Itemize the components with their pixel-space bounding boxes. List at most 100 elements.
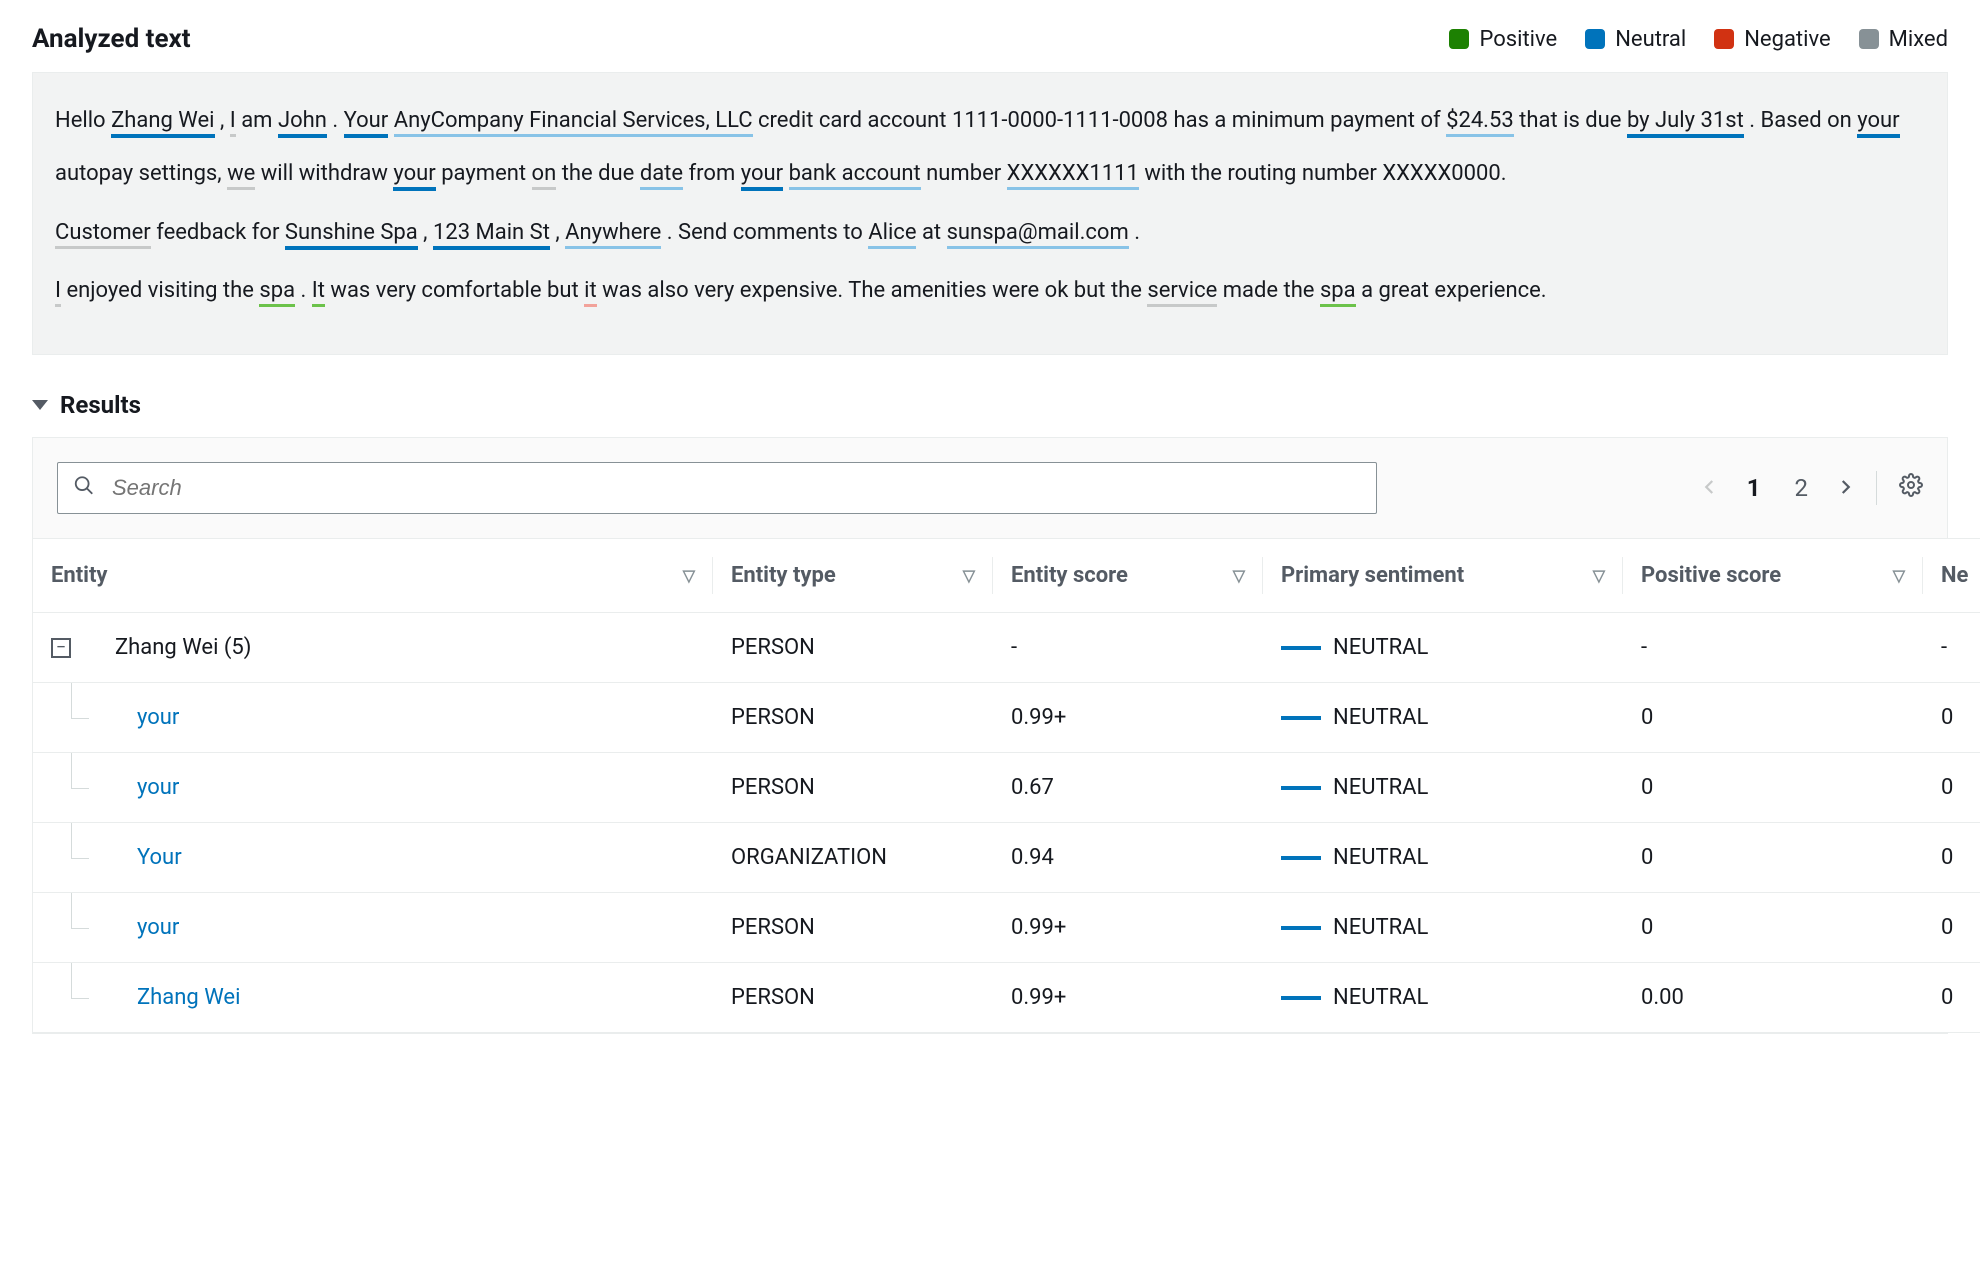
entity-customer[interactable]: Customer xyxy=(55,220,151,249)
entity-city[interactable]: Anywhere xyxy=(565,220,661,249)
search-input[interactable] xyxy=(57,462,1377,514)
legend-negative: Negative xyxy=(1714,27,1830,52)
analyzed-text-p3: I enjoyed visiting the spa . It was very… xyxy=(55,265,1925,318)
entity-due-date[interactable]: by July 31st xyxy=(1627,108,1744,138)
col-entity-label: Entity xyxy=(51,563,108,588)
tree-branch-icon xyxy=(61,986,125,1010)
text-fragment: am xyxy=(236,108,278,133)
col-primary-sentiment-label: Primary sentiment xyxy=(1281,563,1464,588)
text-fragment: . xyxy=(1129,220,1140,245)
sentiment-value: NEUTRAL xyxy=(1333,705,1428,730)
page-next-button[interactable] xyxy=(1836,474,1854,502)
entity-type-value: ORGANIZATION xyxy=(713,823,993,893)
entity-name[interactable]: your xyxy=(137,705,179,730)
col-negative-score[interactable]: Ne xyxy=(1923,539,1980,613)
text-fragment: credit card account 1111-0000-1111-0008 … xyxy=(753,108,1447,133)
entity-on[interactable]: on xyxy=(532,161,557,190)
entity-amount[interactable]: $24.53 xyxy=(1446,108,1514,137)
col-entity[interactable]: Entity▽ xyxy=(33,539,713,613)
analyzed-text-p2: Customer feedback for Sunshine Spa , 123… xyxy=(55,207,1925,260)
sentiment-bar-icon xyxy=(1281,646,1321,650)
entity-your[interactable]: your xyxy=(741,161,783,191)
entity-name[interactable]: your xyxy=(137,775,179,800)
entity-name[interactable]: Zhang Wei xyxy=(137,985,240,1010)
legend-neutral-label: Neutral xyxy=(1615,27,1686,52)
tree-branch-icon xyxy=(61,846,125,870)
entity-alice[interactable]: Alice xyxy=(868,220,916,249)
col-entity-score-label: Entity score xyxy=(1011,563,1128,588)
entity-name[interactable]: your xyxy=(137,915,179,940)
page-1[interactable]: 1 xyxy=(1741,470,1767,506)
settings-button[interactable] xyxy=(1899,473,1923,503)
text-fragment: will withdraw xyxy=(255,161,393,186)
negative-score-value: 0 xyxy=(1923,753,1980,823)
text-fragment: , xyxy=(215,108,230,133)
entity-zhang-wei[interactable]: Zhang Wei xyxy=(111,108,214,138)
pagination: 1 2 xyxy=(1701,470,1923,506)
col-entity-type[interactable]: Entity type▽ xyxy=(713,539,993,613)
text-fragment: a great experience. xyxy=(1356,278,1547,303)
entity-your[interactable]: Your xyxy=(344,108,389,138)
entity-address[interactable]: 123 Main St xyxy=(433,220,550,250)
swatch-mixed-icon xyxy=(1859,29,1879,49)
positive-score-value: 0 xyxy=(1623,683,1923,753)
entity-spa[interactable]: spa xyxy=(1320,278,1356,307)
tree-branch-icon xyxy=(61,706,125,730)
results-table: Entity▽ Entity type▽ Entity score▽ Prima… xyxy=(33,538,1980,1033)
tree-branch-icon xyxy=(61,776,125,800)
text-fragment: , xyxy=(418,220,433,245)
entity-it[interactable]: It xyxy=(312,278,325,307)
search-icon xyxy=(73,475,95,502)
results-panel: 1 2 Entity▽ Entity type▽ Entity score▽ P… xyxy=(32,437,1948,1034)
sort-icon: ▽ xyxy=(1593,566,1605,585)
sentiment-bar-icon xyxy=(1281,856,1321,860)
entity-date[interactable]: date xyxy=(640,161,683,190)
entity-type-value: PERSON xyxy=(713,963,993,1033)
entity-it[interactable]: it xyxy=(584,278,597,307)
entity-spa[interactable]: spa xyxy=(259,278,295,307)
entity-score-value: 0.99+ xyxy=(993,683,1263,753)
entity-account-number[interactable]: XXXXXX1111 xyxy=(1007,161,1139,190)
legend-neutral: Neutral xyxy=(1585,27,1686,52)
swatch-neutral-icon xyxy=(1585,29,1605,49)
text-fragment: feedback for xyxy=(151,220,285,245)
entity-your[interactable]: your xyxy=(1857,108,1899,138)
entity-name: Zhang Wei (5) xyxy=(115,635,251,660)
col-positive-score[interactable]: Positive score▽ xyxy=(1623,539,1923,613)
table-row: YourORGANIZATION0.94NEUTRAL00 xyxy=(33,823,1980,893)
entity-john[interactable]: John xyxy=(278,108,327,138)
entity-we[interactable]: we xyxy=(227,161,255,190)
entity-company[interactable]: AnyCompany Financial Services, LLC xyxy=(394,108,753,137)
negative-score-value: 0 xyxy=(1923,823,1980,893)
text-fragment: that is due xyxy=(1514,108,1627,133)
page-prev-button[interactable] xyxy=(1701,474,1719,502)
results-toggle[interactable]: Results xyxy=(32,391,1948,419)
positive-score-value: - xyxy=(1623,613,1923,683)
positive-score-value: 0.00 xyxy=(1623,963,1923,1033)
legend-mixed: Mixed xyxy=(1859,27,1948,52)
text-fragment xyxy=(783,161,788,186)
text-fragment: . xyxy=(295,278,312,303)
page-2[interactable]: 2 xyxy=(1789,470,1815,506)
text-fragment: was very comfortable but xyxy=(325,278,584,303)
col-primary-sentiment[interactable]: Primary sentiment ▽ xyxy=(1263,539,1623,613)
entity-name[interactable]: Your xyxy=(137,845,182,870)
text-fragment: from xyxy=(683,161,741,186)
entity-score-value: 0.94 xyxy=(993,823,1263,893)
sentiment-value: NEUTRAL xyxy=(1333,635,1428,660)
entity-bank-account[interactable]: bank account xyxy=(789,161,921,190)
results-toolbar: 1 2 xyxy=(33,462,1947,538)
positive-score-value: 0 xyxy=(1623,893,1923,963)
text-fragment: . xyxy=(327,108,344,133)
collapse-toggle[interactable]: − xyxy=(51,638,71,658)
entity-sunshine-spa[interactable]: Sunshine Spa xyxy=(285,220,418,250)
sentiment-bar-icon xyxy=(1281,786,1321,790)
entity-email[interactable]: sunspa@mail.com xyxy=(947,220,1129,249)
entity-service[interactable]: service xyxy=(1147,278,1217,307)
sentiment-bar-icon xyxy=(1281,926,1321,930)
entity-score-value: - xyxy=(993,613,1263,683)
sort-icon: ▽ xyxy=(963,566,975,585)
entity-your[interactable]: your xyxy=(393,161,435,191)
sort-icon: ▽ xyxy=(1233,566,1245,585)
col-entity-score[interactable]: Entity score ▽ xyxy=(993,539,1263,613)
